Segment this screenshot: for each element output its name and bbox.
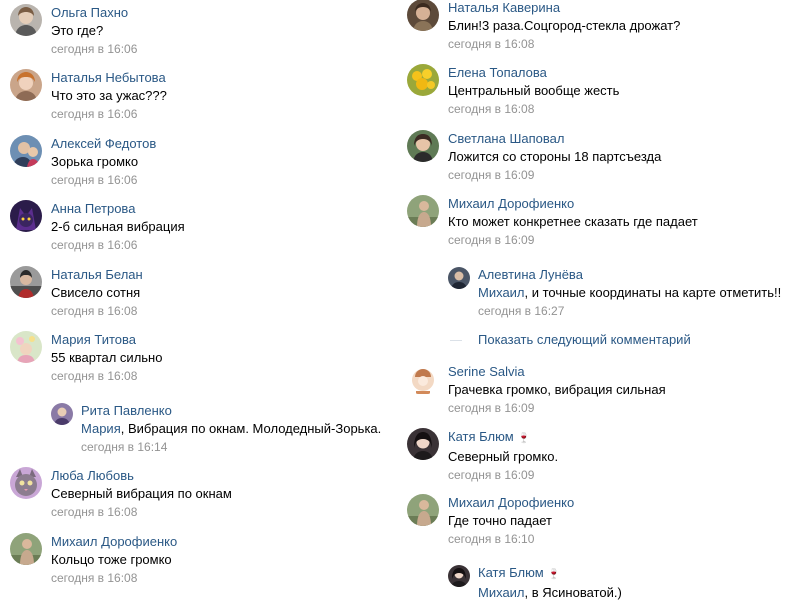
comment-author[interactable]: Serine Salvia: [448, 363, 790, 381]
comment-timestamp[interactable]: сегодня в 16:06: [51, 105, 393, 123]
avatar[interactable]: [407, 363, 439, 395]
comment-timestamp[interactable]: сегодня в 16:09: [448, 399, 790, 417]
comment-author[interactable]: Светлана Шаповал: [448, 130, 790, 148]
comment-author[interactable]: Михаил Дорофиенко: [448, 494, 790, 512]
avatar[interactable]: [407, 195, 439, 227]
comment: Мария Титова 55 квартал сильно сегодня в…: [0, 327, 397, 389]
comment-text: Михаил, и точные координаты на карте отм…: [478, 285, 782, 300]
comment-author[interactable]: Рита Павленко: [81, 402, 393, 420]
mention-link[interactable]: Михаил: [478, 285, 525, 300]
comment-author[interactable]: Михаил Дорофиенко: [51, 533, 393, 551]
avatar[interactable]: [10, 331, 42, 363]
comment-reply: Рита Павленко Мария, Вибрация по окнам. …: [0, 398, 397, 460]
divider: [450, 340, 462, 341]
comment-text: Это где?: [51, 23, 104, 38]
comment-author[interactable]: Михаил Дорофиенко: [448, 195, 790, 213]
avatar[interactable]: [10, 533, 42, 565]
comment-author[interactable]: Ольга Пахно: [51, 4, 393, 22]
mention-link[interactable]: Михаил: [478, 585, 525, 600]
comment-text: Свисело сотня: [51, 285, 141, 300]
comment: Михаил Дорофиенко Кольцо тоже громко сег…: [0, 529, 397, 591]
comment-author[interactable]: Мария Титова: [51, 331, 393, 349]
comment-timestamp[interactable]: сегодня в 16:10: [448, 530, 790, 548]
comment: Елена Топалова Центральный вообще жесть …: [397, 60, 794, 122]
avatar[interactable]: [448, 565, 470, 587]
comment-timestamp[interactable]: сегодня в 16:08: [51, 302, 393, 320]
comment-author[interactable]: Алексей Федотов: [51, 135, 393, 153]
avatar[interactable]: [448, 267, 470, 289]
comment-text: Ложится со стороны 18 партсъезда: [448, 149, 662, 164]
comment-text: Где точно падает: [448, 513, 552, 528]
comment-text: Кто может конкретнее сказать где падает: [448, 214, 698, 229]
comment-timestamp[interactable]: сегодня в 16:08: [448, 100, 790, 118]
comment: Ольга Пахно Это где? сегодня в 16:06: [0, 0, 397, 62]
comment-text: Михаил, в Ясиноватой.): [478, 585, 622, 600]
wine-glass-icon: 🍷: [547, 569, 561, 580]
comment: Михаил Дорофиенко Где точно падает сегод…: [397, 490, 794, 552]
comment-author[interactable]: Алевтина Лунёва: [478, 266, 790, 284]
comment-author[interactable]: Елена Топалова: [448, 64, 790, 82]
wine-glass-icon: 🍷: [517, 433, 531, 444]
comment-timestamp[interactable]: сегодня в 16:27: [478, 302, 790, 320]
avatar[interactable]: [51, 403, 73, 425]
comment-text: Блин!3 раза.Соцгород-стекла дрожат?: [448, 18, 681, 33]
avatar[interactable]: [407, 130, 439, 162]
comment: Люба Любовь Северный вибрация по окнам с…: [0, 463, 397, 525]
comment: Михаил Дорофиенко Кто может конкретнее с…: [397, 191, 794, 253]
comment-author[interactable]: Наталья Каверина: [448, 0, 790, 17]
mention-link[interactable]: Мария: [81, 421, 121, 436]
show-next-comment-link[interactable]: Показать следующий комментарий: [478, 331, 691, 349]
comment: Анна Петрова 2-б сильная вибрация сегодн…: [0, 196, 397, 258]
comment-text: Зорька громко: [51, 154, 139, 169]
comment-author[interactable]: Анна Петрова: [51, 200, 393, 218]
comment-author[interactable]: Люба Любовь: [51, 467, 393, 485]
avatar[interactable]: [407, 494, 439, 526]
avatar[interactable]: [10, 4, 42, 36]
comment-reply: Алевтина Лунёва Михаил, и точные координ…: [397, 262, 794, 324]
comment: Serine Salvia Грачевка громко, вибрация …: [397, 359, 794, 421]
comment-reply: Катя Блюм 🍷 Михаил, в Ясиноватой.): [397, 560, 794, 602]
comment-text: Мария, Вибрация по окнам. Молодедный-Зор…: [81, 421, 382, 436]
comment-text: Грачевка громко, вибрация сильная: [448, 382, 666, 397]
comment-text: Кольцо тоже громко: [51, 552, 172, 567]
comment-text: Что это за ужас???: [51, 88, 167, 103]
comment: Светлана Шаповал Ложится со стороны 18 п…: [397, 126, 794, 188]
show-next-comment[interactable]: Показать следующий комментарий: [397, 330, 794, 350]
comment-timestamp[interactable]: сегодня в 16:06: [51, 236, 393, 254]
comment-text: Северный вибрация по окнам: [51, 486, 232, 501]
comment-timestamp[interactable]: сегодня в 16:08: [448, 35, 790, 53]
comment-timestamp[interactable]: сегодня в 16:08: [51, 367, 393, 385]
comment: Наталья Белан Свисело сотня сегодня в 16…: [0, 262, 397, 324]
comment-timestamp[interactable]: сегодня в 16:06: [51, 171, 393, 189]
comment-author[interactable]: Наталья Небытова: [51, 69, 393, 87]
comment-timestamp[interactable]: сегодня в 16:08: [51, 569, 393, 587]
comment-author[interactable]: Наталья Белан: [51, 266, 393, 284]
avatar[interactable]: [407, 0, 439, 31]
comment-text: Центральный вообще жесть: [448, 83, 620, 98]
avatar[interactable]: [10, 69, 42, 101]
avatar[interactable]: [10, 467, 42, 499]
avatar[interactable]: [407, 428, 439, 460]
comment-timestamp[interactable]: сегодня в 16:14: [81, 438, 393, 456]
comment-timestamp[interactable]: сегодня в 16:08: [51, 503, 393, 521]
comment: Наталья Каверина Блин!3 раза.Соцгород-ст…: [397, 0, 794, 57]
comment-author[interactable]: Катя Блюм 🍷: [448, 428, 790, 448]
comment: Наталья Небытова Что это за ужас??? сего…: [0, 65, 397, 127]
comment-timestamp[interactable]: сегодня в 16:09: [448, 166, 790, 184]
comment: Алексей Федотов Зорька громко сегодня в …: [0, 131, 397, 193]
comment-timestamp[interactable]: сегодня в 16:06: [51, 40, 393, 58]
avatar[interactable]: [407, 64, 439, 96]
comment-text: Северный громко.: [448, 449, 559, 464]
comment-author[interactable]: Катя Блюм 🍷: [478, 564, 790, 584]
avatar[interactable]: [10, 135, 42, 167]
comment-text: 55 квартал сильно: [51, 350, 163, 365]
avatar[interactable]: [10, 200, 42, 232]
avatar[interactable]: [10, 266, 42, 298]
comment: Катя Блюм 🍷 Северный громко. сегодня в 16…: [397, 424, 794, 486]
comment-timestamp[interactable]: сегодня в 16:09: [448, 231, 790, 249]
comment-text: 2-б сильная вибрация: [51, 219, 185, 234]
comment-timestamp[interactable]: сегодня в 16:09: [448, 466, 790, 484]
